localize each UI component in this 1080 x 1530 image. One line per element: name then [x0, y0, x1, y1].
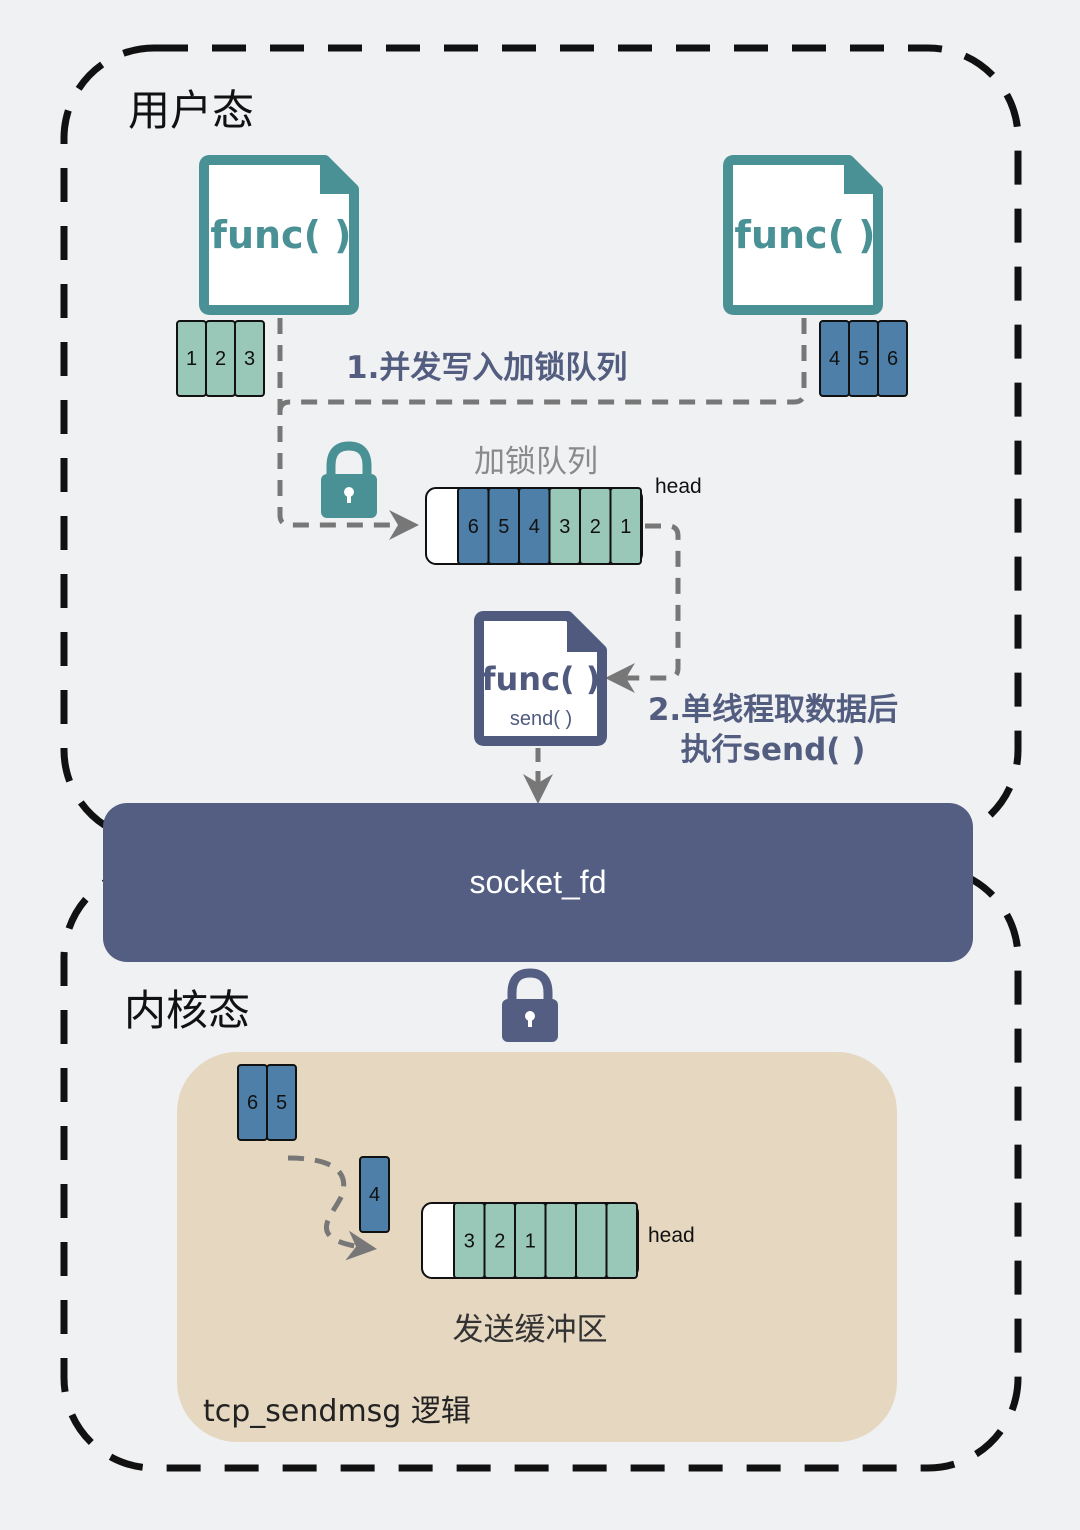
queue-cell	[544, 1202, 577, 1279]
queue-cell-label: 4	[529, 516, 540, 538]
socket-label: socket_fd	[470, 864, 607, 900]
item-cell-label: 4	[369, 1184, 380, 1206]
lock-icon	[321, 441, 377, 518]
queue-cell-label: 3	[464, 1231, 475, 1253]
item-cell-label: 5	[858, 348, 869, 370]
diagram-canvas: 用户态 func( ) 1 2 3 func( ) 4 5 6 1.并发写入加锁…	[0, 0, 1080, 1530]
diagram-svg: 用户态 func( ) 1 2 3 func( ) 4 5 6 1.并发写入加锁…	[60, 44, 1022, 1472]
producer-left-func: func( )	[210, 213, 351, 257]
queue-cell-label: 5	[498, 516, 509, 538]
producer-right: func( ) 4 5 6	[723, 155, 908, 397]
tcp-sendmsg-label: tcp_sendmsg 逻辑	[203, 1394, 471, 1429]
kernel-space-label: 内核态	[124, 986, 250, 1035]
locked-queue: 加锁队列 654321 head	[425, 444, 702, 565]
item-cell-label: 1	[186, 348, 197, 370]
lock-icon	[502, 968, 558, 1042]
step2-label-line2: 执行send( )	[681, 732, 866, 768]
locked-queue-cells: 654321	[457, 487, 642, 565]
queue-cell-label: 3	[559, 516, 570, 538]
queue-cell	[605, 1202, 638, 1279]
locked-queue-head: head	[655, 475, 702, 498]
step1-label: 1.并发写入加锁队列	[346, 350, 627, 386]
item-cell-label: 3	[244, 348, 255, 370]
consumer: func( ) send( )	[474, 611, 607, 746]
send-buffer-head: head	[648, 1224, 695, 1247]
queue-cell-label: 2	[590, 516, 601, 538]
producer-left: func( ) 1 2 3	[176, 155, 359, 397]
queue-cell-label: 1	[525, 1231, 536, 1253]
consumer-func: func( )	[482, 660, 601, 698]
tcp-sendmsg-area: 6 5 4 321 head 发送缓冲区 tcp_sendmsg 逻辑	[177, 1052, 897, 1442]
item-cell-label: 2	[215, 348, 226, 370]
step2-label-line1: 2.单线程取数据后	[648, 692, 898, 728]
user-space-label: 用户态	[128, 86, 254, 135]
send-buffer-title: 发送缓冲区	[453, 1312, 608, 1348]
socket-bar: socket_fd	[103, 803, 973, 962]
item-cell-label: 4	[829, 348, 840, 370]
queue-cell	[575, 1202, 608, 1279]
queue-cell-label: 6	[468, 516, 479, 538]
producer-right-func: func( )	[734, 213, 875, 257]
queue-cell-label: 1	[620, 516, 631, 538]
item-cell-label: 6	[247, 1092, 258, 1114]
producer-right-items: 4 5 6	[819, 320, 908, 397]
consumer-send: send( )	[510, 708, 572, 730]
producer-left-items: 1 2 3	[176, 320, 265, 397]
item-cell-label: 5	[276, 1092, 287, 1114]
send-buffer-cells: 321	[453, 1202, 638, 1279]
document-fold	[320, 158, 356, 194]
locked-queue-title: 加锁队列	[474, 444, 598, 480]
item-cell-label: 6	[887, 348, 898, 370]
queue-cell-label: 2	[494, 1231, 505, 1253]
